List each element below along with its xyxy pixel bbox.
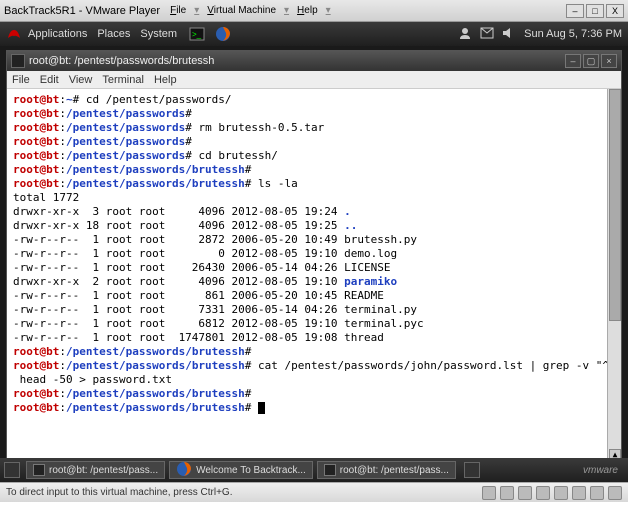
device-floppy-icon[interactable]	[518, 486, 532, 500]
taskbar-item-firefox[interactable]: Welcome To Backtrack...	[169, 461, 313, 479]
scrollbar-thumb[interactable]	[609, 89, 621, 321]
mail-icon[interactable]	[480, 27, 494, 42]
panel-clock[interactable]: Sun Aug 5, 7:36 PM	[524, 28, 622, 40]
device-cd-icon[interactable]	[500, 486, 514, 500]
panel-menubar: Applications Places System	[28, 28, 177, 40]
vmware-menu-file[interactable]: File	[170, 5, 186, 16]
terminal-window: root@bt: /pentest/passwords/brutessh – ▢…	[6, 50, 622, 476]
device-printer-icon[interactable]	[590, 486, 604, 500]
gnome-taskbar: root@bt: /pentest/pass... Welcome To Bac…	[0, 458, 628, 482]
device-hdd-icon[interactable]	[482, 486, 496, 500]
term-menu-terminal[interactable]: Terminal	[102, 74, 144, 86]
term-menu-edit[interactable]: Edit	[40, 74, 59, 86]
terminal-output[interactable]: root@bt:~# cd /pentest/passwords/root@bt…	[7, 89, 621, 475]
vmware-title: BackTrack5R1 - VMware Player	[4, 5, 160, 17]
svg-text:>_: >_	[192, 30, 202, 39]
vmware-titlebar: BackTrack5R1 - VMware Player File ▾ Virt…	[0, 0, 628, 22]
terminal-titlebar[interactable]: root@bt: /pentest/passwords/brutessh – ▢…	[7, 51, 621, 71]
vmware-menu-vm[interactable]: Virtual Machine	[207, 5, 276, 16]
vmware-menu: File ▾ Virtual Machine ▾ Help ▾	[170, 5, 331, 16]
guest-desktop: Applications Places System >_ Sun Aug 5,…	[0, 22, 628, 482]
firefox-icon	[176, 461, 192, 479]
task-label: Welcome To Backtrack...	[196, 465, 306, 476]
terminal-menubar: File Edit View Terminal Help	[7, 71, 621, 89]
vmware-statusbar: To direct input to this virtual machine,…	[0, 482, 628, 502]
close-button[interactable]: X	[606, 4, 624, 18]
vmware-menu-help[interactable]: Help	[297, 5, 318, 16]
minimize-button[interactable]: –	[566, 4, 584, 18]
show-desktop-button[interactable]	[4, 462, 20, 478]
menu-applications[interactable]: Applications	[28, 28, 87, 40]
backtrack-logo-icon	[6, 26, 22, 42]
vmware-watermark: vmware	[583, 465, 624, 476]
terminal-launcher-icon[interactable]: >_	[187, 25, 207, 43]
menu-places[interactable]: Places	[97, 28, 130, 40]
terminal-scrollbar[interactable]: ▲ ▼	[607, 89, 621, 475]
term-close-button[interactable]: ×	[601, 54, 617, 68]
terminal-title: root@bt: /pentest/passwords/brutessh	[29, 55, 214, 67]
term-maximize-button[interactable]: ▢	[583, 54, 599, 68]
term-menu-view[interactable]: View	[69, 74, 93, 86]
term-minimize-button[interactable]: –	[565, 54, 581, 68]
task-label: root@bt: /pentest/pass...	[49, 465, 158, 476]
menu-system[interactable]: System	[140, 28, 177, 40]
terminal-titlebar-icon	[11, 54, 25, 68]
sound-icon[interactable]	[502, 27, 516, 42]
device-net-icon[interactable]	[536, 486, 550, 500]
user-icon[interactable]	[458, 26, 472, 43]
vmware-status-hint: To direct input to this virtual machine,…	[6, 487, 232, 498]
device-display-icon[interactable]	[608, 486, 622, 500]
firefox-launcher-icon[interactable]	[213, 25, 233, 43]
taskbar-item-terminal-1[interactable]: root@bt: /pentest/pass...	[26, 461, 165, 479]
task-label: root@bt: /pentest/pass...	[340, 465, 449, 476]
workspace-switcher[interactable]	[464, 462, 480, 478]
terminal-icon	[324, 464, 336, 476]
maximize-button[interactable]: □	[586, 4, 604, 18]
term-menu-help[interactable]: Help	[154, 74, 177, 86]
device-usb-icon[interactable]	[554, 486, 568, 500]
term-menu-file[interactable]: File	[12, 74, 30, 86]
terminal-icon	[33, 464, 45, 476]
taskbar-item-terminal-2[interactable]: root@bt: /pentest/pass...	[317, 461, 456, 479]
gnome-top-panel: Applications Places System >_ Sun Aug 5,…	[0, 22, 628, 46]
device-sound-icon[interactable]	[572, 486, 586, 500]
